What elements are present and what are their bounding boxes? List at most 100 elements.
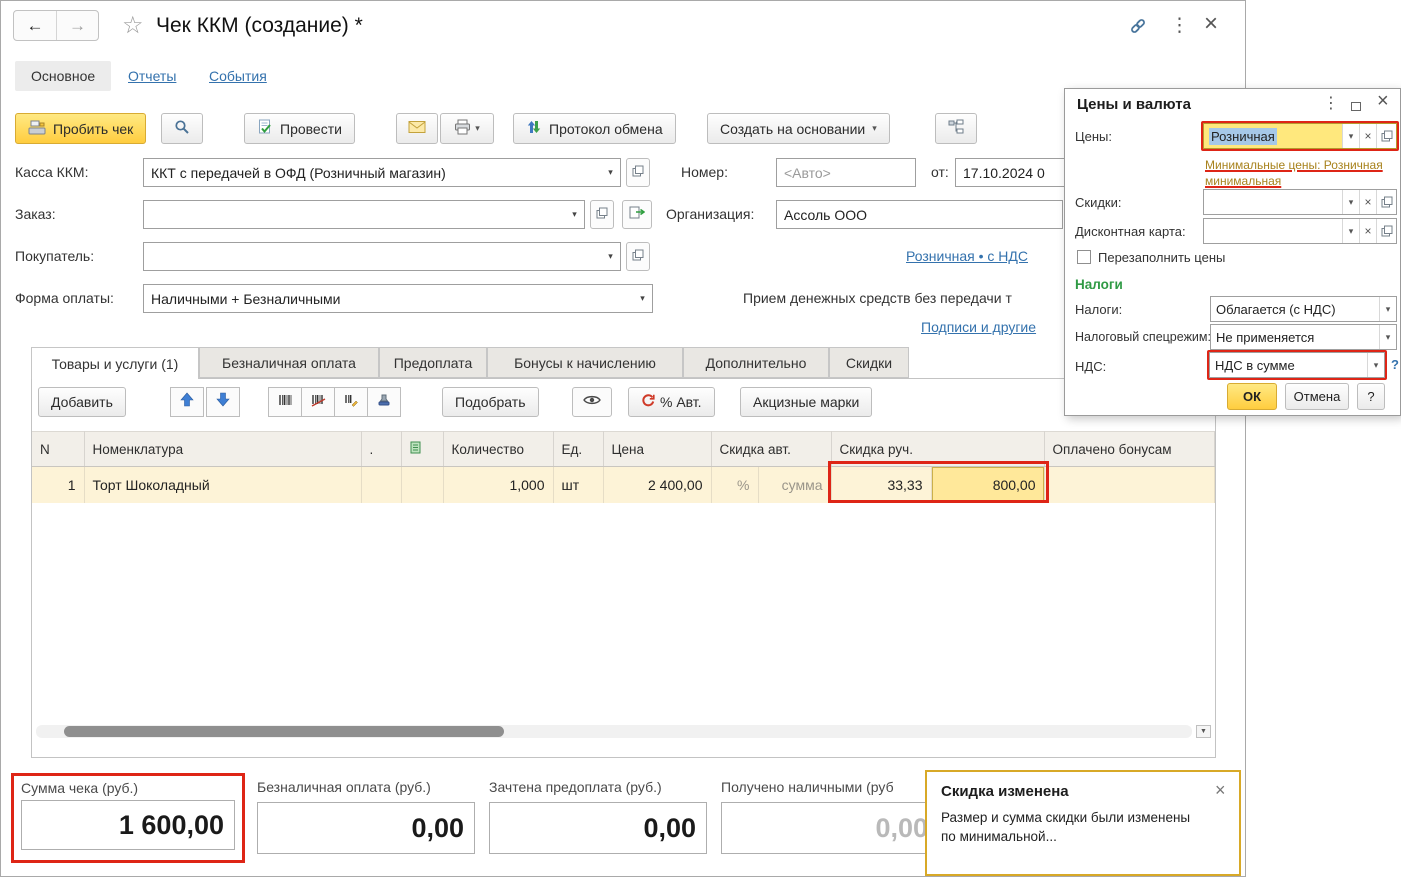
spetsrezhim-field[interactable]: Не применяется [1211, 325, 1379, 349]
cell-dot[interactable] [361, 467, 401, 503]
zakaz-open-button[interactable] [590, 200, 614, 229]
chevron-down-icon[interactable]: ▾ [1367, 353, 1384, 377]
clear-icon[interactable]: × [1359, 219, 1376, 243]
nds-help-link[interactable]: ? [1391, 357, 1399, 372]
diskontnaya-karta-field[interactable] [1204, 219, 1342, 243]
scroll-down-button[interactable]: ▼ [1196, 725, 1211, 738]
nalichnye-value[interactable]: 0,00 [721, 802, 939, 854]
tab-dopolnitelno[interactable]: Дополнительно [683, 347, 829, 378]
cancel-button[interactable]: Отмена [1285, 383, 1349, 410]
notification-close-button[interactable]: × [1215, 780, 1226, 801]
cell-oplacheno[interactable] [1044, 467, 1214, 503]
col-oplacheno[interactable]: Оплачено бонусам [1044, 432, 1214, 467]
back-button[interactable]: ← [14, 11, 56, 40]
sozdat-na-osnovanii-button[interactable]: Создать на основании ▾ [707, 113, 890, 144]
col-kolichestvo[interactable]: Количество [443, 432, 553, 467]
zakaz-field[interactable]: ▾ [143, 200, 585, 229]
clear-icon[interactable]: × [1359, 124, 1376, 148]
tab-skidki[interactable]: Скидки [829, 347, 909, 378]
add-row-button[interactable]: Добавить [38, 387, 126, 417]
forward-button[interactable]: → [56, 11, 98, 40]
tab-events[interactable]: События [209, 68, 267, 84]
structure-button[interactable] [935, 113, 977, 144]
barcode-scanner-button[interactable] [301, 387, 335, 417]
col-nomenklatura[interactable]: Номенклатура [84, 432, 361, 467]
col-doc[interactable] [401, 432, 443, 467]
col-tsena[interactable]: Цена [603, 432, 711, 467]
kassa-field[interactable]: ККТ с передачей в ОФД (Розничный магазин… [143, 158, 621, 187]
chevron-down-icon[interactable]: ▾ [601, 159, 620, 186]
barcode-edit-button[interactable] [334, 387, 368, 417]
chevron-down-icon[interactable]: ▾ [1342, 219, 1359, 243]
chevron-down-icon[interactable]: ▾ [633, 285, 652, 312]
scrollbar-thumb[interactable] [64, 726, 504, 737]
move-down-button[interactable] [206, 387, 240, 417]
provesti-button[interactable]: Провести [244, 113, 355, 144]
forma-oplaty-select[interactable]: Наличными + Безналичными ▾ [143, 284, 653, 313]
cell-ed[interactable]: шт [553, 467, 603, 503]
cell-nomenklatura[interactable]: Торт Шоколадный [84, 467, 361, 503]
predoplata-value[interactable]: 0,00 [489, 802, 707, 854]
tseny-field[interactable]: Розничная [1204, 124, 1342, 148]
dialog-close-button[interactable]: × [1377, 91, 1389, 111]
cell-skidka-avt-procent[interactable]: % [711, 467, 758, 503]
clear-icon[interactable]: × [1359, 190, 1376, 214]
nds-field[interactable]: НДС в сумме [1210, 353, 1367, 377]
dialog-more-menu-icon[interactable]: ⋮ [1323, 93, 1339, 113]
horizontal-scrollbar[interactable] [36, 725, 1192, 738]
tab-reports[interactable]: Отчеты [128, 68, 176, 84]
window-close-button[interactable]: × [1204, 12, 1218, 36]
summa-cheka-value[interactable]: 1 600,00 [21, 800, 235, 850]
zakaz-create-button[interactable] [622, 200, 652, 229]
cell-kolichestvo[interactable]: 1,000 [443, 467, 553, 503]
probit-chek-button[interactable]: Пробить чек [15, 113, 146, 144]
col-n[interactable]: N [32, 432, 84, 467]
chevron-down-icon[interactable]: ▾ [601, 243, 620, 270]
tab-bonusy[interactable]: Бонусы к начислению [487, 347, 683, 378]
open-icon[interactable] [1376, 219, 1396, 243]
col-skidka-ruch[interactable]: Скидка руч. [831, 432, 1044, 467]
tab-predoplata[interactable]: Предоплата [379, 347, 487, 378]
chevron-down-icon[interactable]: ▾ [1342, 190, 1359, 214]
skidki-field[interactable] [1204, 190, 1342, 214]
dialog-maximize-button[interactable] [1351, 98, 1361, 116]
print-button[interactable]: ▾ [440, 113, 494, 144]
cell-skidka-ruch-procent[interactable]: 33,33 [831, 467, 931, 503]
stamp-button[interactable] [367, 387, 401, 417]
open-icon[interactable] [1376, 124, 1396, 148]
price-type-link[interactable]: Розничная • с НДС [906, 248, 1028, 264]
organizatsiya-field[interactable]: Ассоль ООО [776, 200, 1063, 229]
pokupatel-field[interactable]: ▾ [143, 242, 621, 271]
podobrat-button[interactable]: Подобрать [442, 387, 539, 417]
link-icon[interactable] [1128, 16, 1148, 41]
view-button[interactable] [572, 387, 612, 417]
chevron-down-icon[interactable]: ▾ [1379, 297, 1396, 321]
cell-skidka-ruch-summa[interactable]: 800,00 [931, 467, 1044, 503]
search-check-button[interactable] [161, 113, 203, 144]
chevron-down-icon[interactable]: ▾ [1342, 124, 1359, 148]
chevron-down-icon[interactable]: ▾ [565, 201, 584, 228]
open-icon[interactable] [1376, 190, 1396, 214]
nomer-field[interactable]: <Авто> [776, 158, 916, 187]
tab-main[interactable]: Основное [15, 61, 111, 91]
tab-beznalichnaya-oplata[interactable]: Безналичная оплата [199, 347, 379, 378]
col-skidka-avt[interactable]: Скидка авт. [711, 432, 831, 467]
perezapolnit-checkbox[interactable] [1077, 250, 1091, 264]
beznal-value[interactable]: 0,00 [257, 802, 475, 854]
table-row[interactable]: 1 Торт Шоколадный 1,000 шт 2 400,00 % су… [32, 467, 1214, 503]
tab-tovary-i-uslugi[interactable]: Товары и услуги (1) [31, 347, 199, 379]
move-up-button[interactable] [170, 387, 204, 417]
podpisi-link[interactable]: Подписи и другие [921, 319, 1036, 335]
kassa-open-button[interactable] [626, 158, 650, 187]
chevron-down-icon[interactable]: ▾ [1379, 325, 1396, 349]
favorite-star-icon[interactable]: ☆ [122, 11, 144, 40]
aktsiznye-marki-button[interactable]: Акцизные марки [740, 387, 872, 417]
ok-button[interactable]: ОК [1227, 383, 1277, 410]
cell-skidka-avt-summa[interactable]: сумма [758, 467, 831, 503]
col-dot[interactable]: . [361, 432, 401, 467]
cell-tsena[interactable]: 2 400,00 [603, 467, 711, 503]
pokupatel-open-button[interactable] [626, 242, 650, 271]
col-ed[interactable]: Ед. [553, 432, 603, 467]
barcode-button[interactable] [268, 387, 302, 417]
mail-button[interactable] [396, 113, 438, 144]
